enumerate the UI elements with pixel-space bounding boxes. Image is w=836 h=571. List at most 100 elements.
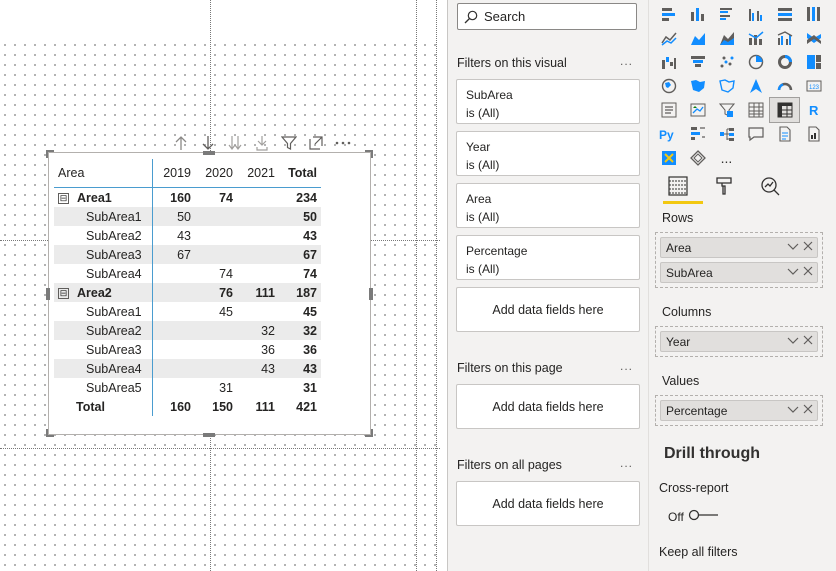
rows-well[interactable]: Area SubArea xyxy=(655,232,823,288)
clustered-bar-chart-icon[interactable] xyxy=(712,2,741,26)
close-icon[interactable] xyxy=(803,240,813,254)
field-pill-area[interactable]: Area xyxy=(660,237,818,258)
expand-down-icon[interactable] xyxy=(251,133,272,153)
column-header-2021[interactable]: 2021 xyxy=(237,159,279,188)
visual-header xyxy=(170,132,353,154)
filled-map-icon[interactable] xyxy=(683,74,712,98)
column-header-2020[interactable]: 2020 xyxy=(195,159,237,188)
power-automate-icon[interactable] xyxy=(683,146,712,170)
clustered-column-chart-icon[interactable] xyxy=(741,2,770,26)
filter-state: is (All) xyxy=(466,158,500,172)
gauge-icon[interactable] xyxy=(770,74,799,98)
close-icon[interactable] xyxy=(803,334,813,348)
filter-card-year[interactable]: Year is (All) xyxy=(456,131,640,176)
slicer-icon[interactable] xyxy=(712,98,741,122)
field-pill-subarea[interactable]: SubArea xyxy=(660,262,818,283)
collapse-icon[interactable]: ⊟ xyxy=(58,192,69,204)
more-options-icon[interactable]: ... xyxy=(620,359,633,373)
smart-narrative-icon[interactable] xyxy=(770,122,799,146)
cell-2020 xyxy=(195,340,237,359)
chevron-down-icon[interactable] xyxy=(787,265,799,279)
stacked-area-chart-icon[interactable] xyxy=(712,26,741,50)
values-well[interactable]: Percentage xyxy=(655,395,823,426)
add-page-filter-dropzone[interactable]: Add data fields here xyxy=(456,384,640,429)
resize-handle[interactable] xyxy=(46,288,50,300)
cell-total: 67 xyxy=(279,245,321,264)
decomposition-tree-icon[interactable] xyxy=(712,122,741,146)
double-arrow-down-icon[interactable] xyxy=(224,133,245,153)
paginated-report-icon[interactable] xyxy=(799,122,828,146)
cross-report-toggle[interactable]: Off xyxy=(668,509,720,524)
column-header-total[interactable]: Total xyxy=(279,159,321,188)
resize-handle[interactable] xyxy=(369,288,373,300)
stacked-bar-chart-icon[interactable] xyxy=(654,2,683,26)
row-header: ⊟ Area2 xyxy=(54,283,153,302)
more-options-icon[interactable] xyxy=(332,133,353,153)
field-pill-label: Year xyxy=(666,334,691,349)
resize-handle[interactable] xyxy=(46,429,54,437)
line-and-column-chart-icon[interactable] xyxy=(741,26,770,50)
resize-handle[interactable] xyxy=(365,429,373,437)
matrix-icon[interactable] xyxy=(769,97,800,123)
matrix-visual[interactable]: Area 2019 2020 2021 Total ⊟ Area1 160 74 … xyxy=(48,152,371,435)
close-icon[interactable] xyxy=(803,265,813,279)
card-icon[interactable]: 123 xyxy=(799,74,828,98)
column-header-area[interactable]: Area xyxy=(54,159,153,188)
azure-map-icon[interactable] xyxy=(741,74,770,98)
multi-row-card-icon[interactable] xyxy=(654,98,683,122)
100-stacked-bar-chart-icon[interactable] xyxy=(770,2,799,26)
pie-chart-icon[interactable] xyxy=(741,50,770,74)
kpi-icon[interactable] xyxy=(683,98,712,122)
100-stacked-column-chart-icon[interactable] xyxy=(799,2,828,26)
scatter-chart-icon[interactable] xyxy=(712,50,741,74)
ribbon-chart-icon[interactable] xyxy=(799,26,828,50)
donut-chart-icon[interactable] xyxy=(770,50,799,74)
filter-card-subarea[interactable]: SubArea is (All) xyxy=(456,79,640,124)
resize-handle[interactable] xyxy=(365,150,373,158)
chevron-down-icon[interactable] xyxy=(787,403,799,417)
table-row: SubArea2 43 43 xyxy=(54,226,321,245)
table-icon[interactable] xyxy=(741,98,770,122)
power-apps-icon[interactable] xyxy=(654,146,683,170)
stacked-column-chart-icon[interactable] xyxy=(683,2,712,26)
column-header-2019[interactable]: 2019 xyxy=(152,159,195,188)
collapse-icon[interactable]: ⊟ xyxy=(58,287,69,299)
more-visuals-icon[interactable]: ... xyxy=(712,146,741,170)
chevron-down-icon[interactable] xyxy=(787,334,799,348)
map-icon[interactable] xyxy=(654,74,683,98)
python-visual-icon[interactable]: Py xyxy=(654,122,683,146)
line-chart-icon[interactable] xyxy=(654,26,683,50)
fields-tab-icon[interactable] xyxy=(663,172,693,200)
arrow-up-icon[interactable] xyxy=(170,133,191,153)
add-visual-filter-dropzone[interactable]: Add data fields here xyxy=(456,287,640,332)
key-influencers-icon[interactable] xyxy=(683,122,712,146)
more-options-icon[interactable]: ... xyxy=(620,456,633,470)
resize-handle[interactable] xyxy=(46,150,54,158)
filter-icon[interactable] xyxy=(278,133,299,153)
chevron-down-icon[interactable] xyxy=(787,240,799,254)
analytics-tab-icon[interactable] xyxy=(755,172,785,200)
shape-map-icon[interactable] xyxy=(712,74,741,98)
focus-mode-icon[interactable] xyxy=(305,133,326,153)
arrow-down-icon[interactable] xyxy=(197,133,218,153)
more-options-icon[interactable]: ... xyxy=(620,54,633,68)
format-tab-icon[interactable] xyxy=(709,172,739,200)
r-script-visual-icon[interactable]: R xyxy=(799,98,828,122)
filter-card-percentage[interactable]: Percentage is (All) xyxy=(456,235,640,280)
resize-handle[interactable] xyxy=(203,433,215,437)
waterfall-chart-icon[interactable] xyxy=(654,50,683,74)
resize-handle[interactable] xyxy=(203,151,215,155)
funnel-chart-icon[interactable] xyxy=(683,50,712,74)
line-and-clustered-column-icon[interactable] xyxy=(770,26,799,50)
filter-card-area[interactable]: Area is (All) xyxy=(456,183,640,228)
close-icon[interactable] xyxy=(803,403,813,417)
add-report-filter-dropzone[interactable]: Add data fields here xyxy=(456,481,640,526)
qa-visual-icon[interactable] xyxy=(741,122,770,146)
filter-search-box[interactable]: Search xyxy=(457,3,637,30)
columns-well[interactable]: Year xyxy=(655,326,823,357)
field-pill-percentage[interactable]: Percentage xyxy=(660,400,818,421)
field-pill-year[interactable]: Year xyxy=(660,331,818,352)
area-chart-icon[interactable] xyxy=(683,26,712,50)
toggle-switch-icon[interactable] xyxy=(688,509,720,524)
treemap-icon[interactable] xyxy=(799,50,828,74)
